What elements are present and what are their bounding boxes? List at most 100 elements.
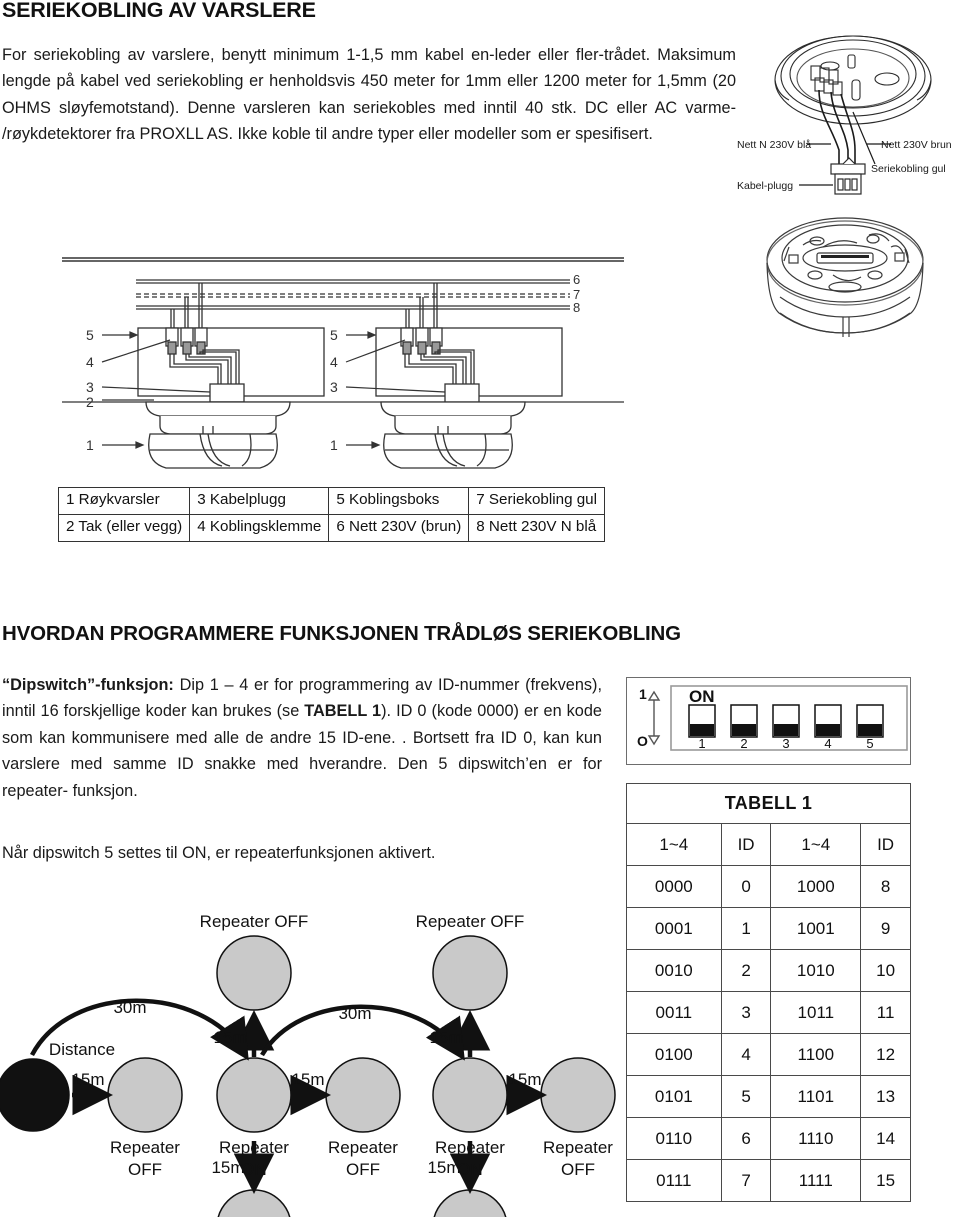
label-kabel-plugg: Kabel-plugg (737, 180, 793, 192)
code-cell: 0010 (626, 949, 722, 992)
caption-up-2: Repeater OFF (416, 912, 525, 931)
caption-n4-line2: ON (457, 1160, 483, 1179)
detector-base-wiring-figure: Nett N 230V blå Nett 230V brun Seriekobl… (735, 22, 960, 212)
id-cell: 10 (860, 949, 911, 992)
code-cell: 1010 (770, 949, 862, 992)
callout-left-3: 3 (86, 379, 94, 395)
dip-switch-label-1: 1 (698, 736, 705, 751)
table-row: 0100 4 1100 12 (626, 1033, 911, 1076)
node-repeater-up-1 (216, 935, 292, 1011)
table-row: 1 Røykvarsler 3 Kabelplugg 5 Koblingsbok… (57, 487, 606, 515)
label-nett-230v-brun: Nett 230V brun (881, 139, 952, 151)
id-cell: 5 (720, 1075, 772, 1118)
dip-axis-top-label: 1 (639, 686, 647, 702)
caption-up-1: Repeater OFF (200, 912, 309, 931)
column-header-code-2: 1~4 (770, 823, 862, 866)
table-row: 0000 0 1000 8 (626, 865, 911, 908)
label-15m-n4-n5: 15m (508, 1070, 541, 1089)
column-header-id-2: ID (860, 823, 911, 866)
callout-right-1: 1 (330, 437, 338, 453)
label-30m-1: 30m (113, 998, 146, 1017)
series-wiring-diagram: 6 7 8 5 4 3 2 1 5 4 3 1 (58, 232, 628, 480)
label-15m-down-2: 15m (427, 1158, 460, 1177)
dipswitch-lead-label: “Dipswitch”-funksjon: (2, 676, 174, 694)
callout-8: 8 (573, 300, 580, 315)
code-cell: 1111 (770, 1159, 862, 1202)
code-cell: 1011 (770, 991, 862, 1034)
page-title-seriekobling: SERIEKOBLING AV VARSLERE (2, 0, 316, 22)
callout-right-3: 3 (330, 379, 338, 395)
table-row: 0001 1 1001 9 (626, 907, 911, 950)
node-repeater-down-1 (217, 1189, 291, 1217)
id-cell: 1 (720, 907, 772, 950)
code-cell: 0100 (626, 1033, 722, 1076)
dip-switch-label-5: 5 (866, 736, 873, 751)
table-row: 0101 5 1101 13 (626, 1075, 911, 1118)
id-cell: 4 (720, 1033, 772, 1076)
caption-n1-line1: Repeater (110, 1138, 180, 1157)
caption-n4-line1: Repeater (435, 1138, 505, 1157)
id-cell: 3 (720, 991, 772, 1034)
id-cell: 12 (860, 1033, 911, 1076)
detector-base-isometric-figure (745, 205, 945, 370)
dip-switch-2 (730, 704, 758, 738)
label-seriekobling-gul: Seriekobling gul (871, 163, 946, 175)
node-repeater-down-2 (433, 1189, 507, 1217)
node-repeater-4 (432, 1057, 508, 1133)
caption-n3-line1: Repeater (328, 1138, 398, 1157)
legend-cell: 4 Koblingsklemme (189, 514, 330, 542)
id-cell: 2 (720, 949, 772, 992)
table-row: 0010 2 1010 10 (626, 949, 911, 992)
id-cell: 9 (860, 907, 911, 950)
label-15m-up-1: 15m (213, 1028, 246, 1047)
repeater-range-diagram: Distance 30m 30m 15m 15m 15m 15m 15m 15m… (0, 905, 620, 1217)
dip-on-label: ON (689, 687, 715, 706)
tabell-1-caption: TABELL 1 (626, 783, 911, 824)
code-cell: 0000 (626, 865, 722, 908)
code-cell: 1100 (770, 1033, 862, 1076)
table-row: 0111 7 1111 15 (626, 1159, 911, 1202)
callout-left-4: 4 (86, 354, 94, 370)
callout-left-5: 5 (86, 327, 94, 343)
table-row: 0011 3 1011 11 (626, 991, 911, 1034)
node-repeater-1 (107, 1057, 183, 1133)
dip-switch-1 (688, 704, 716, 738)
id-cell: 0 (720, 865, 772, 908)
label-distance: Distance (49, 1040, 115, 1059)
node-repeater-5 (540, 1057, 616, 1133)
legend-cell: 7 Seriekobling gul (468, 487, 606, 515)
page-title-hvordan-programmere: HVORDAN PROGRAMMERE FUNKSJONEN TRÅDLØS S… (2, 622, 681, 645)
node-source (0, 1058, 70, 1132)
dip-axis-bottom-label: O (637, 733, 648, 749)
table-row: 2 Tak (eller vegg) 4 Koblingsklemme 6 Ne… (57, 514, 606, 542)
column-header-id-1: ID (720, 823, 772, 866)
label-30m-2: 30m (338, 1004, 371, 1023)
node-repeater-3 (325, 1057, 401, 1133)
legend-cell: 3 Kabelplugg (189, 487, 330, 515)
table-header-row: 1~4 ID 1~4 ID (626, 823, 911, 866)
code-cell: 1101 (770, 1075, 862, 1118)
label-15m-down-1: 15m (211, 1158, 244, 1177)
caption-n3-line2: OFF (346, 1160, 380, 1179)
caption-n5-line2: OFF (561, 1160, 595, 1179)
id-cell: 7 (720, 1159, 772, 1202)
document-page: SERIEKOBLING AV VARSLERE For seriekoblin… (0, 0, 960, 1217)
code-cell: 1001 (770, 907, 862, 950)
id-cell: 13 (860, 1075, 911, 1118)
id-cell: 15 (860, 1159, 911, 1202)
callout-right-4: 4 (330, 354, 338, 370)
legend-cell: 1 Røykvarsler (57, 487, 191, 515)
callout-right-5: 5 (330, 327, 338, 343)
intro-paragraph: For seriekobling av varslere, benytt min… (2, 46, 736, 144)
table-row: 0110 6 1110 14 (626, 1117, 911, 1160)
code-cell: 1000 (770, 865, 862, 908)
legend-cell: 8 Nett 230V N blå (468, 514, 606, 542)
tabell-1: TABELL 1 1~4 ID 1~4 ID 0000 0 1000 8 000… (626, 783, 911, 1202)
callout-left-1: 1 (86, 437, 94, 453)
dip-switch-4 (814, 704, 842, 738)
id-cell: 11 (860, 991, 911, 1034)
callout-left-2: 2 (86, 394, 94, 410)
id-cell: 14 (860, 1117, 911, 1160)
caption-n2-line2: ON (241, 1160, 267, 1179)
dipswitch-figure: 1 O ON 1 2 3 4 5 (626, 677, 911, 765)
